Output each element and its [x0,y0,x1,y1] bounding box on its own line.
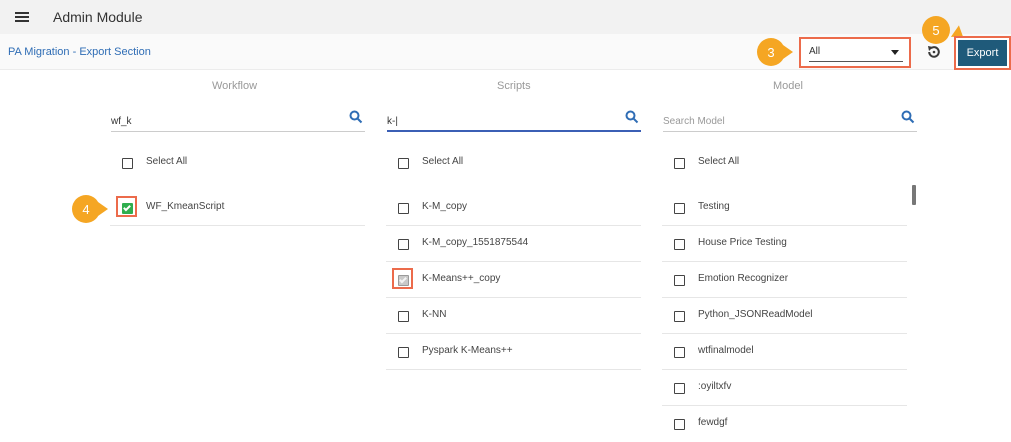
hamburger-menu-icon[interactable] [15,12,29,22]
select-all-label: Select All [146,156,188,167]
scripts-select-all[interactable]: Select All [386,145,641,181]
workflow-search-value: wf_k [111,116,132,127]
workflow-column-header: Workflow [212,80,258,92]
checkbox[interactable] [398,158,409,169]
checkbox[interactable] [398,311,409,322]
list-item-label: House Price Testing [698,237,787,248]
list-item-label: Pyspark K-Means++ [422,345,513,356]
select-all-label: Select All [698,156,740,167]
checkbox[interactable] [674,383,685,394]
model-item[interactable]: Emotion Recognizer [662,262,907,298]
callout-arrow [98,202,108,216]
model-search-placeholder: Search Model [663,116,725,127]
scripts-search-value: k-| [387,116,398,127]
model-item[interactable]: fewdgf [662,406,907,442]
checkbox[interactable] [674,239,685,250]
scripts-item[interactable]: K-M_copy [386,190,641,226]
scripts-item[interactable]: K-Means++_copy [386,262,641,298]
search-icon[interactable] [625,110,639,124]
top-bar: Admin Module [0,0,1011,34]
scripts-search-input[interactable]: k-| [387,108,641,132]
scripts-item[interactable]: K-M_copy_1551875544 [386,226,641,262]
checkbox[interactable] [398,203,409,214]
scripts-column-header: Scripts [497,80,531,92]
list-item-label: Emotion Recognizer [698,273,789,284]
filter-highlight: All [799,37,911,68]
list-item-label: K-M_copy [422,201,468,212]
scripts-item[interactable]: Pyspark K-Means++ [386,334,641,370]
list-item-label: Python_JSONReadModel [698,309,813,320]
callout-arrow [783,45,793,59]
callout-3: 3 [757,38,793,66]
search-icon[interactable] [349,110,363,124]
checkbox[interactable] [674,311,685,322]
model-item[interactable]: wtfinalmodel [662,334,907,370]
reset-icon[interactable] [926,44,942,60]
model-select-all[interactable]: Select All [662,145,907,181]
export-highlight: Export [954,36,1011,70]
model-item[interactable]: Testing [662,190,907,226]
model-column-header: Model [773,80,803,92]
callout-number: 3 [757,38,785,66]
checkbox-highlight [116,196,137,217]
list-item-label: WF_KmeanScript [146,201,225,212]
callout-4: 4 [72,195,108,223]
checkbox[interactable] [674,203,685,214]
callout-5: 5 [922,16,968,44]
list-item-label: wtfinalmodel [698,345,754,356]
list-item-label: Testing [698,201,730,212]
select-all-label: Select All [422,156,464,167]
breadcrumb[interactable]: PA Migration - Export Section [8,46,151,58]
workflow-search-input[interactable]: wf_k [111,108,365,132]
callout-number: 4 [72,195,100,223]
list-item-label: :oyiltxfv [698,381,732,392]
list-item-label: fewdgf [698,417,728,428]
checkbox[interactable] [674,158,685,169]
chevron-down-icon [891,50,899,55]
workflow-select-all[interactable]: Select All [110,145,365,181]
app-title: Admin Module [53,9,143,25]
list-item-label: K-M_copy_1551875544 [422,237,529,248]
checkbox[interactable] [674,419,685,430]
list-item-label: K-Means++_copy [422,273,501,284]
model-search-input[interactable]: Search Model [663,108,917,132]
export-button[interactable]: Export [958,40,1007,66]
model-item[interactable]: :oyiltxfv [662,370,907,406]
model-item[interactable]: House Price Testing [662,226,907,262]
list-item-label: K-NN [422,309,447,320]
filter-selected-value: All [809,46,821,57]
scripts-item[interactable]: K-NN [386,298,641,334]
checkbox[interactable] [398,239,409,250]
checkbox[interactable] [398,347,409,358]
filter-select[interactable]: All [809,44,903,62]
model-item[interactable]: Python_JSONReadModel [662,298,907,334]
checkbox[interactable] [674,275,685,286]
checkbox[interactable] [122,158,133,169]
model-list-scrollbar[interactable] [912,185,916,205]
callout-number: 5 [922,16,950,44]
checkbox-highlight [392,268,413,289]
search-icon[interactable] [901,110,915,124]
checkbox[interactable] [674,347,685,358]
workflow-item[interactable]: WF_KmeanScript [110,190,365,226]
